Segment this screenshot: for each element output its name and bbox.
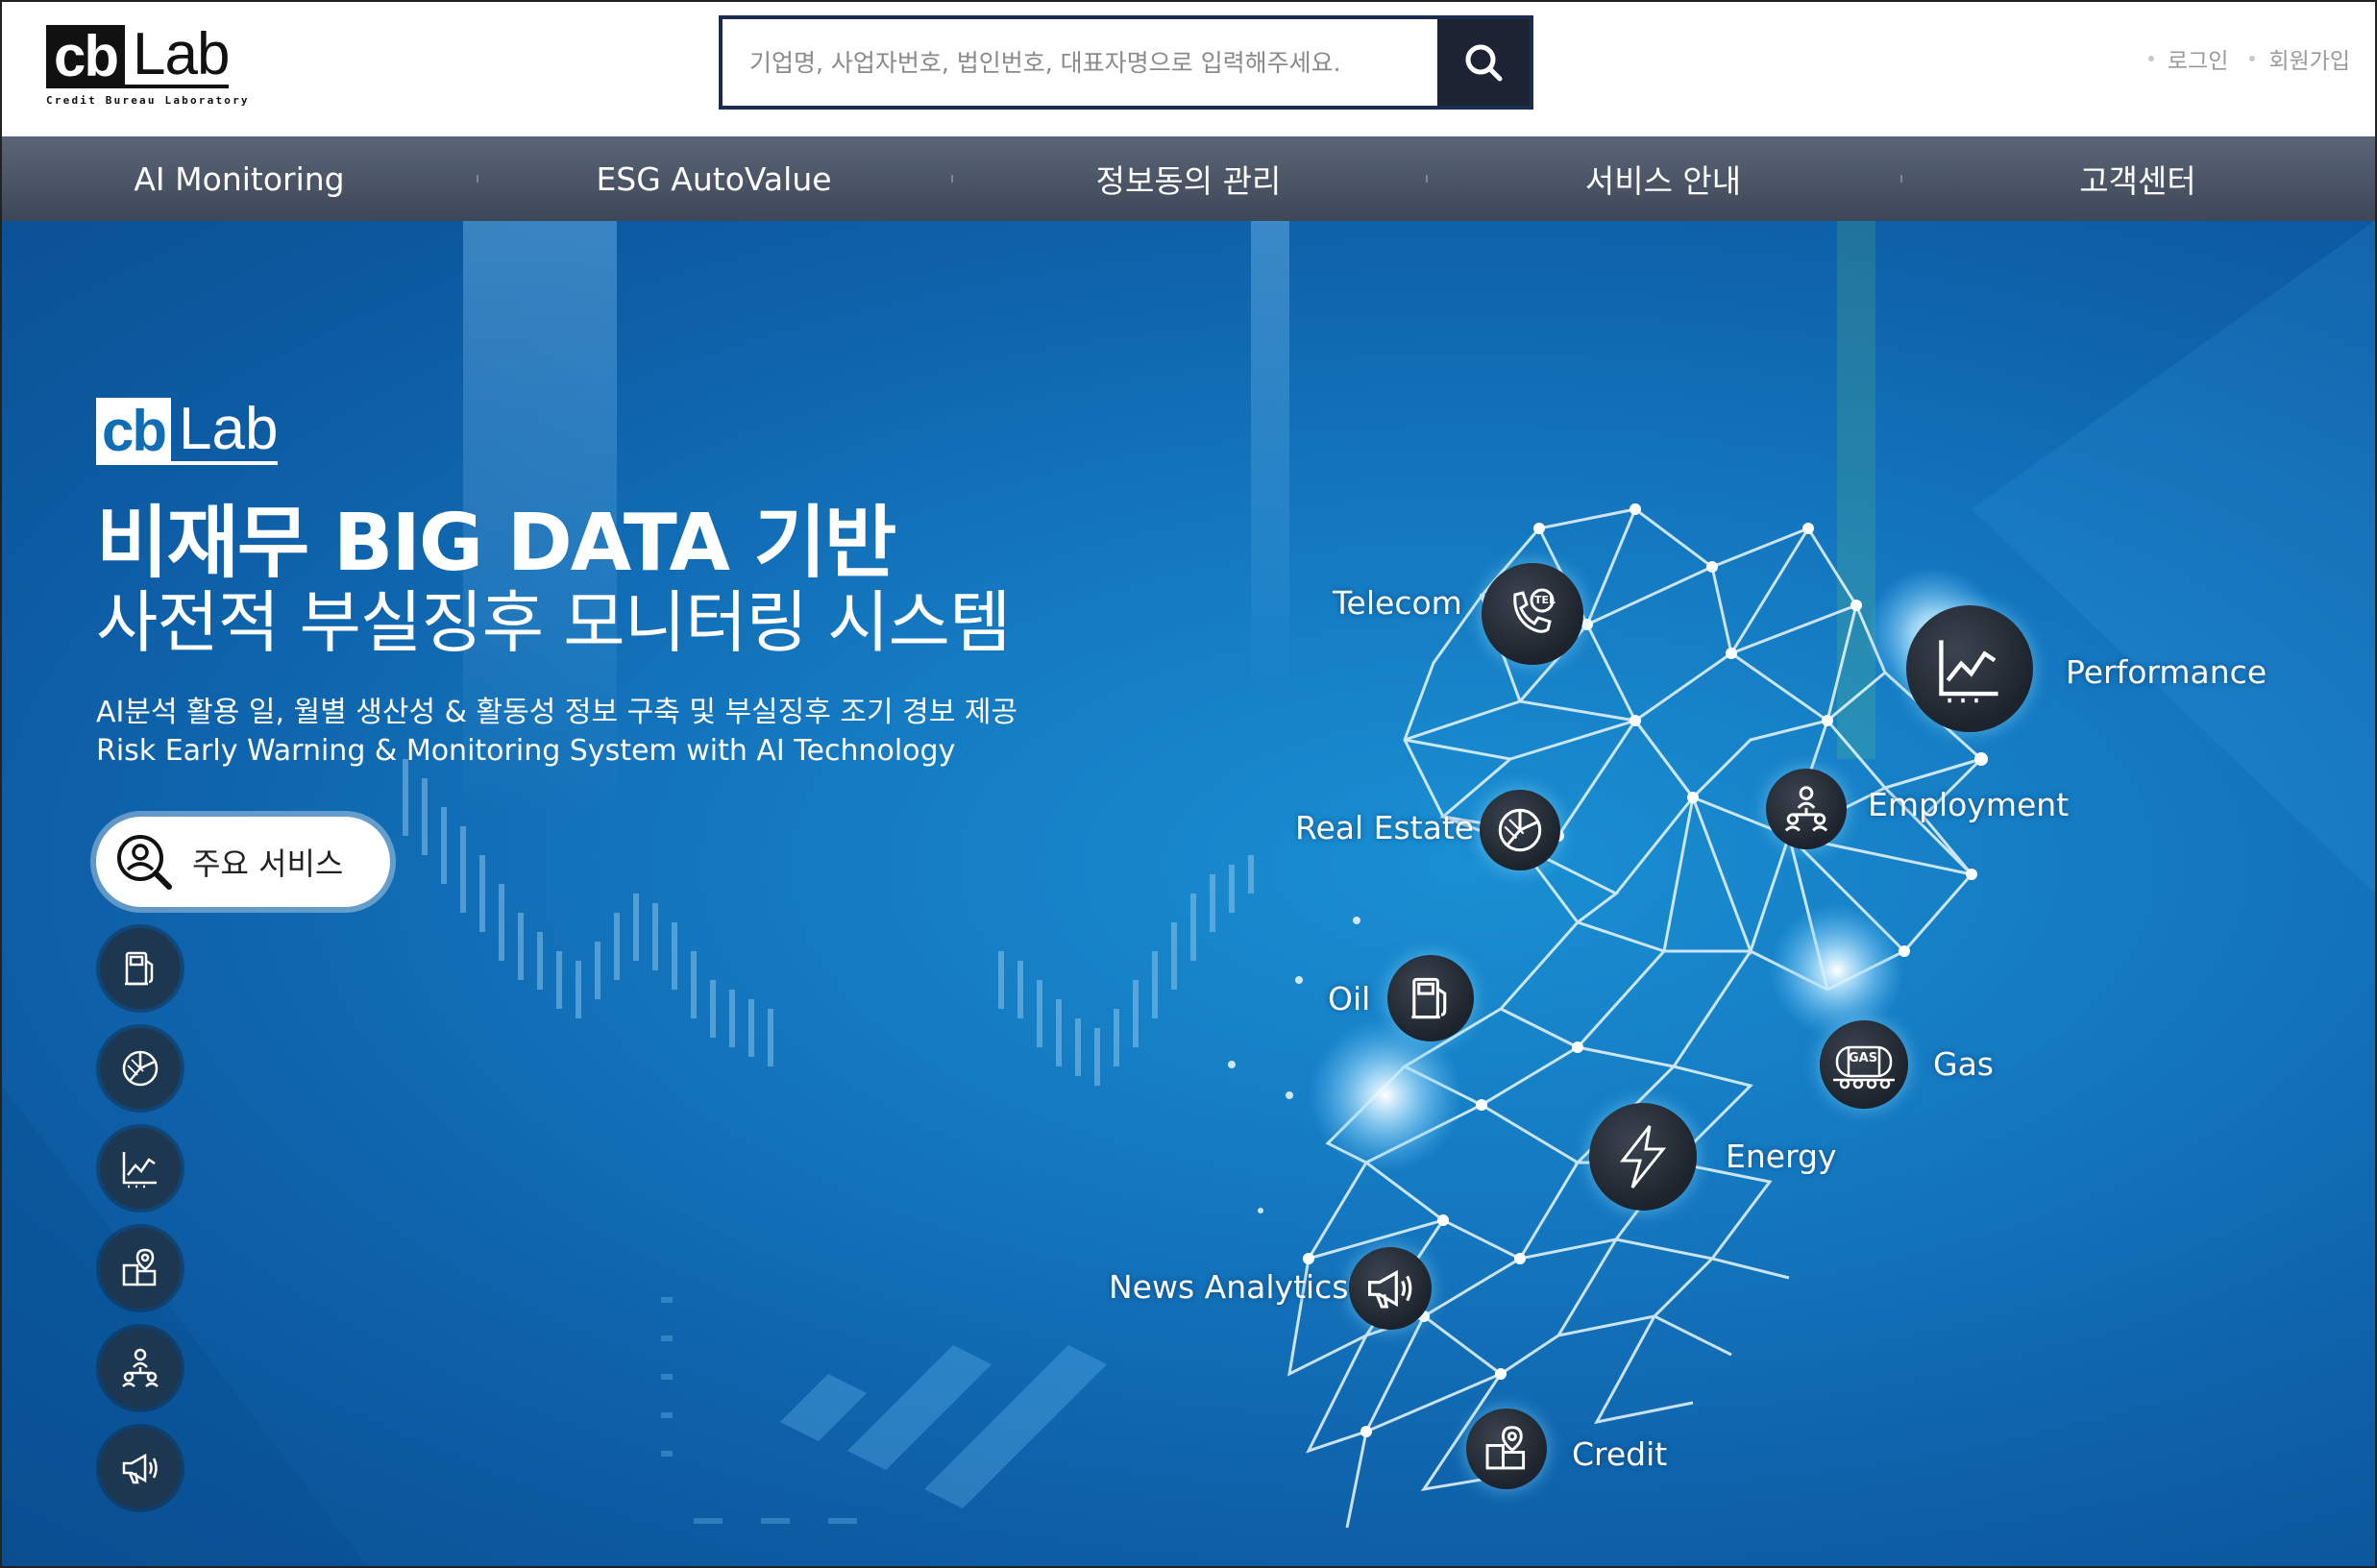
- bullet-icon: [2147, 56, 2154, 61]
- pie-chart-icon: [1498, 808, 1542, 852]
- node-energy[interactable]: [1589, 1103, 1697, 1211]
- fuel-pump-icon: [1411, 977, 1447, 1019]
- node-real-estate[interactable]: [1480, 790, 1560, 870]
- signup-link[interactable]: 회원가입: [2249, 42, 2350, 75]
- page-frame: cb Lab Credit Bureau Laboratory 로그인 회원가입…: [0, 0, 2377, 1568]
- logo-word: Lab: [125, 25, 230, 88]
- service-icon-list: [100, 928, 181, 1528]
- hero-logo: cb Lab: [96, 398, 279, 465]
- label-energy: Energy: [1726, 1138, 1837, 1175]
- fuel-pump-icon: [125, 951, 154, 986]
- logo-tagline: Credit Bureau Laboratory: [46, 94, 250, 107]
- hero-description-ko: AI분석 활용 일, 월별 생산성 & 활동성 정보 구축 및 부실징후 조기 …: [96, 696, 1018, 729]
- lightning-icon: [1619, 1125, 1667, 1188]
- node-credit[interactable]: [1466, 1409, 1547, 1489]
- node-oil[interactable]: [1387, 955, 1474, 1041]
- node-telecom[interactable]: TEL: [1482, 563, 1583, 665]
- label-credit: Credit: [1572, 1435, 1668, 1473]
- side-news-button[interactable]: [100, 1428, 181, 1508]
- site-logo[interactable]: cb Lab Credit Bureau Laboratory: [46, 25, 250, 107]
- gas-badge: GAS: [1849, 1051, 1878, 1066]
- label-news-analytics: News Analytics: [1109, 1268, 1349, 1306]
- org-chart-icon: [122, 1348, 159, 1387]
- hero-banner: cb Lab 비재무 BIG DATA 기반 사전적 부실징후 모니터링 시스템…: [2, 221, 2375, 1566]
- nav-label: ESG AutoValue: [596, 159, 832, 198]
- auth-links: 로그인 회원가입: [2147, 42, 2350, 75]
- line-chart-icon: [122, 1152, 157, 1188]
- hero-title-line2: 사전적 부실징후 모니터링 시스템: [96, 583, 1011, 662]
- nav-label: AI Monitoring: [134, 159, 345, 198]
- hero-description-en: Risk Early Warning & Monitoring System w…: [96, 734, 956, 768]
- nav-item-customer-center[interactable]: 고객센터: [1900, 136, 2375, 221]
- search-button[interactable]: [1437, 19, 1530, 106]
- pie-chart-icon: [122, 1050, 159, 1087]
- node-news-analytics[interactable]: [1349, 1247, 1432, 1330]
- nav-label: 고객센터: [2079, 162, 2196, 200]
- node-employment[interactable]: [1766, 769, 1847, 849]
- megaphone-icon: [122, 1453, 158, 1484]
- hero-logo-word: Lab: [171, 398, 279, 465]
- signup-label: 회원가입: [2268, 49, 2350, 74]
- hero-logo-mark: cb: [96, 398, 172, 465]
- phone-icon: [1513, 588, 1555, 633]
- side-performance-button[interactable]: [100, 1128, 181, 1209]
- nav-item-consent[interactable]: 정보동의 관리: [951, 136, 1426, 221]
- megaphone-icon: [1367, 1269, 1412, 1309]
- nav-item-ai-monitoring[interactable]: AI Monitoring: [2, 136, 477, 221]
- org-chart-icon: [1784, 786, 1828, 832]
- login-link[interactable]: 로그인: [2147, 42, 2229, 75]
- main-service-button[interactable]: 주요 서비스: [96, 817, 390, 907]
- label-performance: Performance: [2066, 653, 2267, 691]
- nav-item-esg-autovalue[interactable]: ESG AutoValue: [477, 136, 951, 221]
- top-header: cb Lab Credit Bureau Laboratory 로그인 회원가입: [2, 2, 2375, 136]
- nav-item-service-info[interactable]: 서비스 안내: [1426, 136, 1900, 221]
- user-search-icon: [117, 835, 172, 890]
- search-input[interactable]: [723, 19, 1437, 106]
- node-performance[interactable]: [1906, 605, 2033, 732]
- side-employment-button[interactable]: [100, 1328, 181, 1409]
- label-telecom: Telecom: [1333, 584, 1462, 622]
- building-pin-icon: [122, 1248, 157, 1286]
- label-oil: Oil: [1328, 980, 1371, 1017]
- side-real-estate-button[interactable]: [100, 1028, 181, 1109]
- building-pin-icon: [1485, 1426, 1526, 1470]
- main-nav: AI Monitoring ESG AutoValue 정보동의 관리 서비스 …: [2, 136, 2375, 221]
- search-bar: [719, 15, 1533, 110]
- label-employment: Employment: [1868, 786, 2070, 823]
- line-chart-icon: [1939, 640, 1998, 703]
- login-label: 로그인: [2167, 49, 2229, 74]
- node-gas[interactable]: GAS: [1820, 1020, 1908, 1109]
- bullet-icon: [2249, 56, 2256, 61]
- nav-label: 정보동의 관리: [1095, 162, 1282, 200]
- main-service-label: 주요 서비스: [192, 845, 344, 882]
- label-real-estate: Real Estate: [1295, 809, 1475, 846]
- tel-badge: TEL: [1534, 594, 1556, 606]
- label-gas: Gas: [1933, 1045, 1994, 1083]
- side-oil-button[interactable]: [100, 928, 181, 1009]
- logo-mark: cb: [46, 25, 126, 88]
- side-credit-button[interactable]: [100, 1228, 181, 1309]
- nav-label: 서비스 안내: [1584, 162, 1742, 200]
- search-icon: [1465, 44, 1503, 82]
